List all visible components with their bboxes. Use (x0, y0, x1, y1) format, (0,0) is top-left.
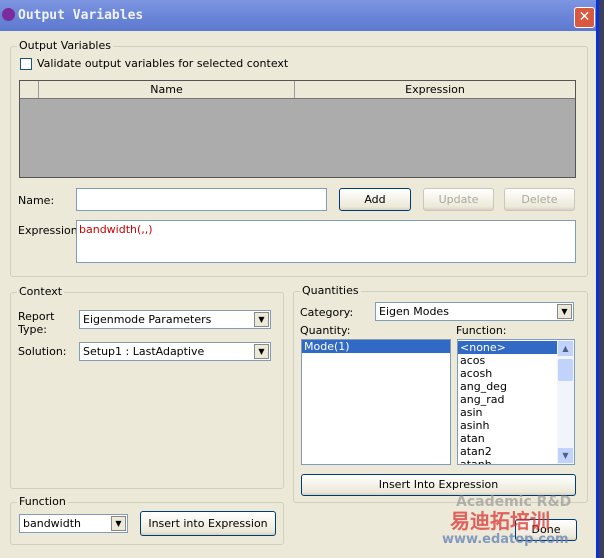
list-item[interactable]: Mode(1) (302, 340, 450, 353)
update-button[interactable]: Update (423, 188, 494, 211)
group-legend: Quantities (300, 284, 361, 297)
list-item[interactable]: asinh (458, 419, 558, 432)
add-button[interactable]: Add (339, 188, 411, 211)
solution-label: Solution: (18, 345, 67, 358)
list-item[interactable]: atan (458, 432, 558, 445)
list-item[interactable]: acosh (458, 367, 558, 380)
scroll-thumb[interactable] (558, 359, 573, 381)
validate-checkbox[interactable] (20, 58, 32, 70)
chevron-down-icon: ▼ (254, 344, 269, 359)
table-header: Name Expression (20, 81, 575, 99)
report-type-label: Report Type: (18, 310, 55, 336)
list-item[interactable]: ang_rad (458, 393, 558, 406)
report-type-select[interactable]: Eigenmode Parameters ▼ (79, 310, 271, 329)
function-insert-button[interactable]: Insert into Expression (140, 511, 276, 536)
group-legend: Context (17, 285, 65, 298)
delete-button[interactable]: Delete (504, 188, 575, 211)
title-bar[interactable]: Output Variables ✕ (0, 0, 596, 31)
name-label: Name: (18, 194, 55, 207)
list-item[interactable]: <none> (458, 341, 558, 354)
function-label: Function: (456, 324, 507, 337)
list-item[interactable]: atanh (458, 458, 558, 464)
expression-input[interactable]: bandwidth(,,) (76, 220, 576, 263)
column-name[interactable]: Name (39, 81, 295, 98)
expression-label: Expression: (18, 224, 82, 237)
chevron-down-icon: ▼ (254, 312, 269, 327)
done-button[interactable]: Done (515, 519, 577, 541)
function-value: bandwidth (23, 517, 81, 530)
scrollbar[interactable]: ▲ ▼ (557, 340, 574, 464)
list-item[interactable]: acos (458, 354, 558, 367)
list-item[interactable]: atan2 (458, 445, 558, 458)
solution-select[interactable]: Setup1 : LastAdaptive ▼ (79, 342, 271, 361)
category-select[interactable]: Eigen Modes ▼ (375, 302, 574, 321)
variables-table: Name Expression (19, 80, 576, 178)
chevron-down-icon[interactable]: ▼ (558, 448, 573, 463)
quantity-label: Quantity: (300, 324, 351, 337)
chevron-down-icon: ▼ (111, 516, 126, 531)
list-item[interactable]: asin (458, 406, 558, 419)
group-legend: Function (17, 495, 68, 508)
category-label: Category: (300, 306, 354, 319)
close-button[interactable]: ✕ (574, 7, 595, 28)
report-type-value: Eigenmode Parameters (83, 313, 212, 326)
name-input[interactable] (76, 188, 327, 211)
validate-label: Validate output variables for selected c… (37, 57, 289, 70)
category-value: Eigen Modes (379, 305, 449, 318)
function-list[interactable]: <none> acos acosh ang_deg ang_rad asin a… (457, 339, 575, 465)
quantity-list[interactable]: Mode(1) (301, 339, 451, 465)
app-logo-icon (2, 8, 15, 21)
output-variables-dialog: Output Variables ✕ Output Variables Vali… (0, 0, 599, 558)
column-expression[interactable]: Expression (295, 81, 575, 98)
chevron-up-icon[interactable]: ▲ (558, 341, 573, 356)
function-select[interactable]: bandwidth ▼ (19, 514, 128, 533)
list-item[interactable]: ang_deg (458, 380, 558, 393)
window-title: Output Variables (18, 8, 144, 23)
insert-into-expression-button[interactable]: Insert Into Expression (301, 474, 576, 496)
group-legend: Output Variables (17, 39, 113, 52)
solution-value: Setup1 : LastAdaptive (83, 345, 205, 358)
chevron-down-icon: ▼ (557, 304, 572, 319)
